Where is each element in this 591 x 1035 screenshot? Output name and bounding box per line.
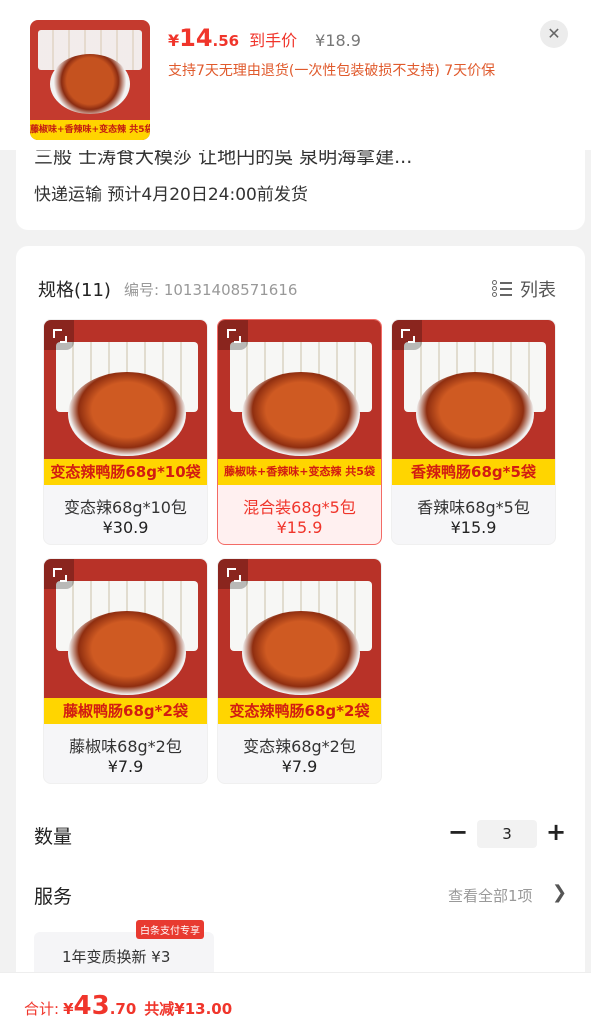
service-label: 服务 [34,886,73,908]
chevron-right-icon[interactable]: ❯ [552,882,567,903]
sku-price: ¥15.9 [276,518,323,537]
sku-image: 香辣鸭肠68g*5袋 [392,320,555,485]
sku-bowl [68,611,186,695]
close-icon[interactable]: ✕ [540,20,568,48]
shipping-card: 三般 士涛食大模莎 让地円的吳 泉明海拿建... 快递运输 预计4月20日24:… [16,150,585,230]
quantity-label: 数量 [34,826,73,848]
sku-band: 香辣鸭肠68g*5袋 [392,459,555,485]
sku-price: ¥30.9 [102,518,149,537]
sku-price: ¥15.9 [450,518,497,537]
expand-icon[interactable] [44,320,74,350]
sku-bowl [242,372,360,456]
final-price-tag: 到手价 [249,31,298,50]
sku-bowl [242,611,360,695]
expand-icon[interactable] [44,559,74,589]
expand-icon[interactable] [218,320,248,350]
expand-icon[interactable] [218,559,248,589]
sku-price: ¥7.9 [107,757,144,776]
total-label: 合计: [24,1000,60,1018]
thumbnail-bowl [50,54,130,114]
sku-name: 变态辣68g*2包 [243,737,356,756]
total-decimal: .70 [109,1000,137,1018]
list-icon [492,280,512,298]
sku-option-2[interactable]: 藤椒味+香辣味+变态辣 共5袋 混合装68g*5包 ¥15.9 [217,319,382,545]
options-card: 规格(11) 编号: 10131408571616 列表 变态辣鸭肠68g*10… [16,246,585,1035]
sku-name: 藤椒味68g*2包 [69,737,182,756]
sku-name: 香辣味68g*5包 [417,498,530,517]
sku-bowl [68,372,186,456]
sku-bowl [416,372,534,456]
price-line: ¥ 14 .56 到手价 ¥18.9 [168,24,361,52]
total-symbol: ¥ [63,1000,74,1018]
view-all-services-link[interactable]: 查看全部1项 [448,885,533,906]
sku-option-4[interactable]: 藤椒鸭肠68g*2袋 藤椒味68g*2包 ¥7.9 [43,558,208,784]
sku-band: 变态辣鸭肠68g*10袋 [44,459,207,485]
sku-band: 藤椒鸭肠68g*2袋 [44,698,207,724]
list-view-label: 列表 [520,280,556,301]
thumbnail-band: 藤椒味+香辣味+变态辣 共5袋 [30,120,150,140]
quantity-input[interactable]: 3 [477,820,537,848]
sku-price: ¥7.9 [281,757,318,776]
sku-name: 变态辣68g*10包 [64,498,187,517]
sku-name: 混合装68g*5包 [243,498,356,517]
total-integer: 43 [73,991,110,1021]
sku-image: 变态辣鸭肠68g*2袋 [218,559,381,724]
sku-image: 藤椒味+香辣味+变态辣 共5袋 [218,320,381,485]
service-badge: 白条支付专享 [136,920,204,939]
price-decimal: .56 [212,32,240,50]
address-line[interactable]: 三般 士涛食大模莎 让地円的吳 泉明海拿建... [34,150,412,169]
product-code: 编号: 10131408571616 [124,281,298,299]
expand-icon[interactable] [392,320,422,350]
price-symbol: ¥ [168,31,180,50]
sku-band: 变态辣鸭肠68g*2袋 [218,698,381,724]
sku-image: 变态辣鸭肠68g*10袋 [44,320,207,485]
quantity-increase-button[interactable]: + [544,818,568,848]
product-thumbnail[interactable]: 藤椒味+香辣味+变态辣 共5袋 [30,20,150,140]
total-bar: 合计: ¥ 43 .70 共减¥13.00 [0,972,591,1035]
list-view-button[interactable]: 列表 [492,276,556,302]
product-header: 藤椒味+香辣味+变态辣 共5袋 ¥ 14 .56 到手价 ¥18.9 支持7天无… [0,0,591,150]
sku-option-5[interactable]: 变态辣鸭肠68g*2袋 变态辣68g*2包 ¥7.9 [217,558,382,784]
sku-option-3[interactable]: 香辣鸭肠68g*5袋 香辣味68g*5包 ¥15.9 [391,319,556,545]
sku-band: 藤椒味+香辣味+变态辣 共5袋 [218,459,381,485]
price-integer: 14 [179,24,213,52]
total-price: 合计: ¥ 43 .70 共减¥13.00 [24,991,232,1021]
service-option-label: 1年变质换新 ¥3 [62,948,171,966]
spec-title: 规格(11) [38,280,111,301]
sku-option-1[interactable]: 变态辣鸭肠68g*10袋 变态辣68g*10包 ¥30.9 [43,319,208,545]
discount-amount: 共减¥13.00 [144,1000,233,1018]
quantity-decrease-button[interactable]: − [446,818,470,848]
sku-image: 藤椒鸭肠68g*2袋 [44,559,207,724]
original-price: ¥18.9 [315,31,361,50]
return-policy: 支持7天无理由退货(一次性包装破损不支持) 7天价保 [168,63,496,79]
delivery-estimate: 快递运输 预计4月20日24:00前发货 [34,185,308,205]
